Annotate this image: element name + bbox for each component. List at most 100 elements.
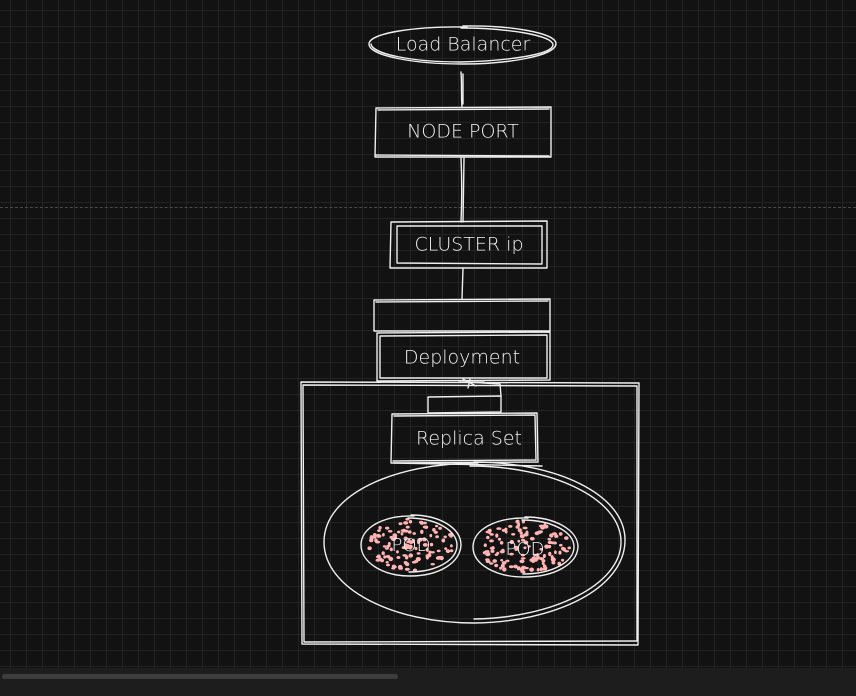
hachure-dot xyxy=(386,563,390,567)
hachure-dot xyxy=(529,567,534,572)
hachure-dot xyxy=(499,541,504,545)
deployment-label: Deployment xyxy=(404,347,520,369)
load-balancer-label: Load Balancer xyxy=(396,34,531,56)
hachure-dot xyxy=(508,525,513,528)
cluster-ip-label: CLUSTER ip xyxy=(414,234,523,256)
hachure-dot xyxy=(559,543,563,547)
hachure-dot xyxy=(564,536,569,540)
hachure-dot xyxy=(543,523,547,528)
hachure-dot xyxy=(432,528,436,532)
hachure-dot xyxy=(567,546,571,550)
hachure-dot xyxy=(544,544,550,549)
hachure-dot xyxy=(482,551,488,555)
hachure-dot xyxy=(486,535,490,540)
replica-set-node[interactable]: Replica Set xyxy=(390,412,543,467)
hachure-dot xyxy=(520,570,526,574)
hachure-dot xyxy=(406,562,409,566)
deployment-node[interactable]: Deployment xyxy=(373,298,551,382)
hachure-dot xyxy=(435,535,439,539)
hachure-dot xyxy=(444,547,448,550)
hachure-dot xyxy=(373,536,377,539)
hachure-dot xyxy=(536,530,542,535)
hachure-dot xyxy=(404,567,410,571)
hachure-dot xyxy=(490,549,495,553)
hachure-dot xyxy=(422,525,428,529)
hachure-dot xyxy=(430,563,435,566)
hachure-dot xyxy=(554,550,557,554)
hachure-dot xyxy=(536,568,540,572)
hachure-dot xyxy=(420,529,424,535)
hachure-dot xyxy=(519,531,523,535)
hachure-dot xyxy=(542,567,547,571)
hachure-dot xyxy=(495,533,499,538)
hachure-dot xyxy=(401,528,407,533)
hachure-dot xyxy=(376,533,381,538)
hachure-dot xyxy=(397,564,403,570)
pods-group-ellipse[interactable] xyxy=(323,461,626,624)
hachure-dot xyxy=(435,524,439,528)
hachure-dot xyxy=(374,538,378,543)
hachure-dot xyxy=(489,546,495,550)
hachure-dot xyxy=(561,558,565,562)
node-port-node[interactable]: NODE PORT xyxy=(374,106,552,158)
connector-nodeport-cluster xyxy=(460,157,465,223)
hachure-dot xyxy=(488,531,492,534)
replica-set-label: Replica Set xyxy=(416,428,522,450)
hachure-dot xyxy=(419,520,424,524)
hachure-dot xyxy=(562,547,567,552)
hachure-dot xyxy=(485,558,490,561)
hachure-dot xyxy=(521,565,527,570)
hachure-dot xyxy=(385,555,391,559)
hachure-dot xyxy=(382,545,387,548)
hachure-dot xyxy=(501,528,507,532)
hachure-dot xyxy=(379,558,385,563)
hachure-dot xyxy=(449,549,454,553)
load-balancer-node[interactable]: Load Balancer xyxy=(368,25,557,65)
pod-1-label: POD xyxy=(392,535,431,556)
hachure-dot xyxy=(387,530,393,533)
hachure-dot xyxy=(501,548,505,554)
hachure-dot xyxy=(375,558,381,562)
pod-2-label: POD xyxy=(506,539,545,560)
hachure-dot xyxy=(385,561,389,564)
hachure-dot xyxy=(483,543,487,547)
connector-lb-nodeport xyxy=(460,71,464,108)
horizontal-scrollbar[interactable] xyxy=(0,668,856,696)
connector-cluster-deployment xyxy=(461,267,464,300)
hachure-dot xyxy=(441,538,446,543)
hachure-dot xyxy=(369,535,374,540)
hachure-dot xyxy=(552,541,557,545)
hachure-dot xyxy=(436,549,441,553)
hachure-dot xyxy=(519,559,525,564)
pod-1-node[interactable]: POD xyxy=(360,514,462,577)
hachure-dot xyxy=(497,537,502,541)
hachure-dot xyxy=(382,533,385,537)
hachure-dot xyxy=(385,526,390,530)
hachure-dot xyxy=(414,559,419,563)
hachure-dot xyxy=(378,526,382,530)
hachure-dot xyxy=(511,533,516,536)
hachure-dot xyxy=(377,529,381,532)
kubernetes-architecture-diagram: Load Balancer NODE PORT CLUSTER ip Deplo… xyxy=(300,25,640,646)
hachure-dot xyxy=(384,547,389,550)
hachure-dot xyxy=(445,549,451,554)
hachure-dot xyxy=(494,553,499,556)
hachure-dot xyxy=(508,565,514,569)
cluster-ip-node[interactable]: CLUSTER ip xyxy=(389,220,548,269)
hachure-dot xyxy=(522,526,528,530)
node-port-label: NODE PORT xyxy=(407,121,519,143)
hachure-dot xyxy=(435,556,441,560)
hachure-dot xyxy=(396,556,401,559)
deployment-container[interactable] xyxy=(300,381,640,646)
hachure-dot xyxy=(500,559,504,562)
hachure-dot xyxy=(381,551,385,556)
horizontal-scrollbar-thumb[interactable] xyxy=(2,674,398,679)
hachure-dot xyxy=(547,537,552,541)
hachure-dot xyxy=(405,525,410,529)
hachure-dot xyxy=(492,559,498,563)
hachure-dot xyxy=(558,550,562,555)
hachure-dot xyxy=(489,539,494,543)
pod-2-node[interactable]: POD xyxy=(472,516,579,578)
hachure-dot xyxy=(443,535,447,539)
hachure-dot xyxy=(397,530,401,534)
